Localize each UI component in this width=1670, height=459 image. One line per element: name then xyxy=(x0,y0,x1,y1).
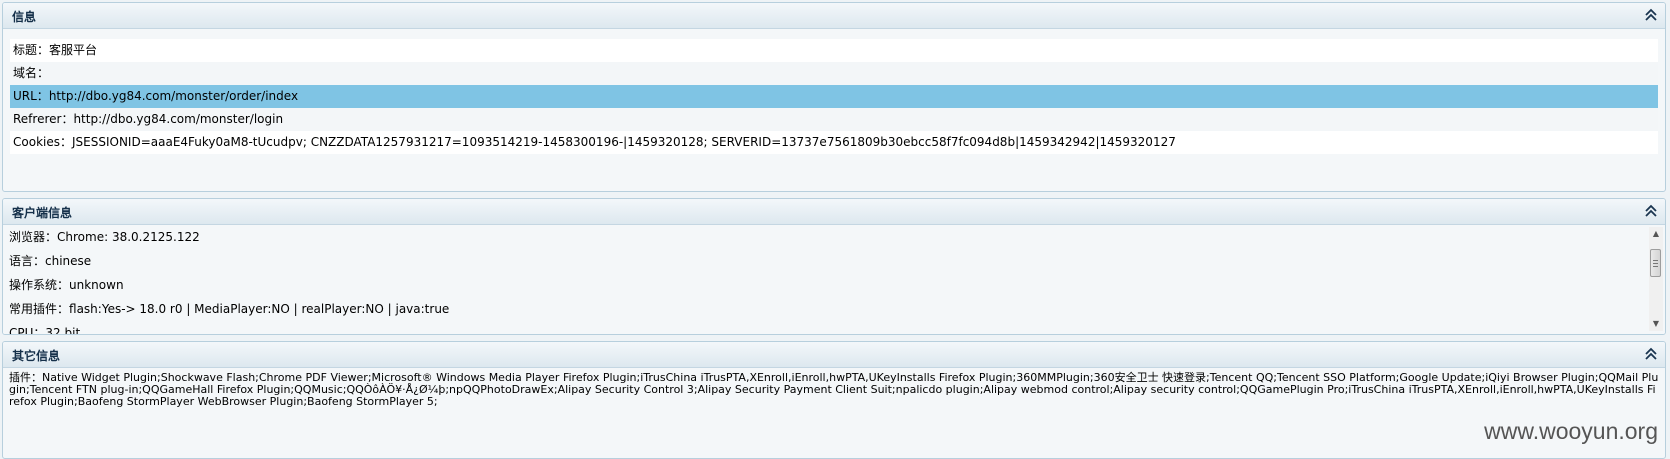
client-label: 常用插件： xyxy=(9,302,70,316)
info-label: 域名： xyxy=(13,66,50,80)
scroll-thumb[interactable] xyxy=(1650,249,1661,277)
info-label: Refrerer： xyxy=(13,112,74,126)
info-value: http://dbo.yg84.com/monster/order/index xyxy=(48,89,299,103)
client-panel-header: 客户端信息 xyxy=(3,199,1665,225)
client-label: CPU： xyxy=(9,326,46,335)
client-row-plugins: 常用插件：flash:Yes-> 18.0 r0 | MediaPlayer:N… xyxy=(9,297,1665,321)
info-label: URL： xyxy=(13,89,49,103)
other-panel-body: 插件：Native Widget Plugin;Shockwave Flash;… xyxy=(3,368,1665,408)
client-row-os: 操作系统：unknown xyxy=(9,273,1665,297)
client-panel: 客户端信息 浏览器：Chrome: 38.0.2125.122 语言：chine… xyxy=(2,198,1666,335)
client-value: chinese xyxy=(45,254,92,268)
info-row-title[interactable]: 标题：客服平台 xyxy=(10,39,1658,62)
other-panel: 其它信息 插件：Native Widget Plugin;Shockwave F… xyxy=(2,341,1666,459)
info-panel: 信息 标题：客服平台 域名： URL：http://dbo.yg84.com/m… xyxy=(2,2,1666,192)
info-row-url[interactable]: URL：http://dbo.yg84.com/monster/order/in… xyxy=(10,85,1658,108)
info-label: 标题： xyxy=(13,43,50,57)
info-row-cookies[interactable]: Cookies：JSESSIONID=aaaE4Fuky0aM8-tUcudpv… xyxy=(10,131,1658,154)
other-panel-header: 其它信息 xyxy=(3,342,1665,368)
client-value: Chrome: 38.0.2125.122 xyxy=(57,230,200,244)
client-label: 操作系统： xyxy=(9,278,70,292)
collapse-icon[interactable] xyxy=(1643,346,1659,362)
info-panel-header: 信息 xyxy=(3,3,1665,29)
other-panel-title: 其它信息 xyxy=(12,349,61,363)
collapse-icon[interactable] xyxy=(1643,7,1659,23)
client-row-language: 语言：chinese xyxy=(9,249,1665,273)
info-row-referer[interactable]: Refrerer：http://dbo.yg84.com/monster/log… xyxy=(10,108,1658,131)
info-panel-body: 标题：客服平台 域名： URL：http://dbo.yg84.com/mons… xyxy=(3,29,1665,154)
client-panel-title: 客户端信息 xyxy=(12,206,73,220)
client-row-browser: 浏览器：Chrome: 38.0.2125.122 xyxy=(9,225,1665,249)
info-label: Cookies： xyxy=(13,135,72,149)
info-value: JSESSIONID=aaaE4Fuky0aM8-tUcudpv; CNZZDA… xyxy=(71,135,1176,149)
client-panel-body: 浏览器：Chrome: 38.0.2125.122 语言：chinese 操作系… xyxy=(3,225,1665,335)
scroll-down-arrow-icon[interactable]: ▼ xyxy=(1649,317,1663,331)
client-label: 语言： xyxy=(9,254,46,268)
info-value: 客服平台 xyxy=(49,43,98,57)
info-row-domain[interactable]: 域名： xyxy=(10,62,1658,85)
plugins-value: Native Widget Plugin;Shockwave Flash;Chr… xyxy=(9,371,1659,408)
client-row-cpu: CPU：32 bit xyxy=(9,321,1665,335)
client-value: unknown xyxy=(69,278,124,292)
client-value: 32 bit xyxy=(45,326,81,335)
collapse-icon[interactable] xyxy=(1643,203,1659,219)
client-label: 浏览器： xyxy=(9,230,58,244)
scroll-up-arrow-icon[interactable]: ▲ xyxy=(1649,227,1663,241)
watermark: www.wooyun.org xyxy=(1484,418,1658,444)
client-scrollbar[interactable]: ▲ ▼ xyxy=(1649,227,1663,331)
info-panel-title: 信息 xyxy=(12,10,37,24)
client-value: flash:Yes-> 18.0 r0 | MediaPlayer:NO | r… xyxy=(69,302,450,316)
info-value: http://dbo.yg84.com/monster/login xyxy=(73,112,284,126)
